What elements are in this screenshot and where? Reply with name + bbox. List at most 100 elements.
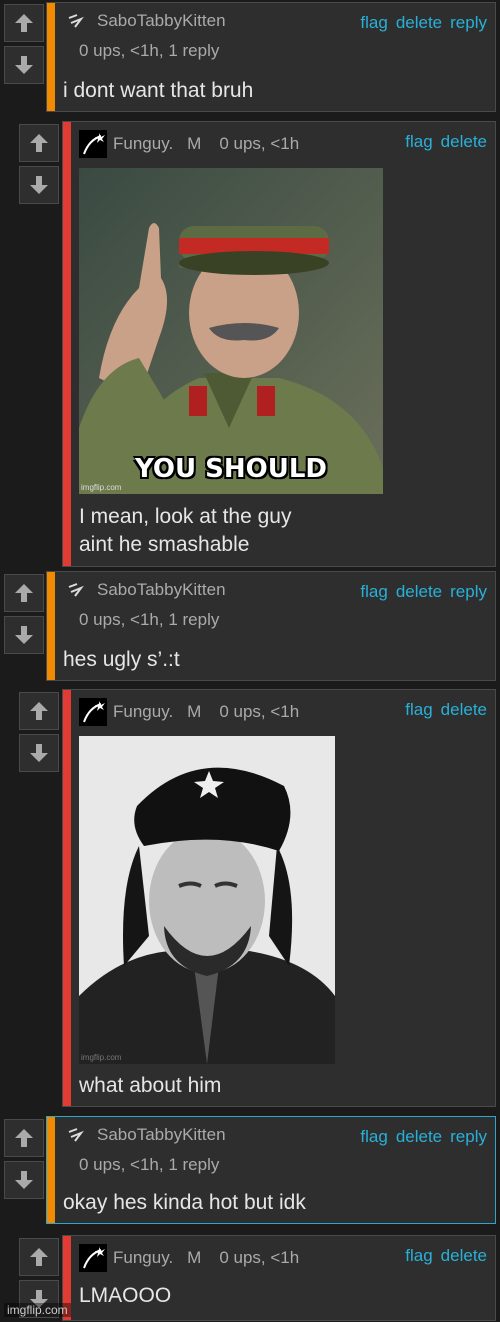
downvote-button[interactable] [19, 166, 59, 204]
flag-link[interactable]: flag [360, 582, 387, 602]
arrow-down-icon [15, 626, 33, 644]
comment-actions: flag delete reply [360, 1127, 487, 1147]
delete-link[interactable]: delete [441, 700, 487, 720]
comment-header: SaboTabbyKitten [67, 580, 226, 600]
arrow-up-icon [15, 14, 33, 32]
downvote-button[interactable] [4, 46, 44, 84]
comment-text-line: I mean, look at the guy [79, 505, 292, 528]
delete-link[interactable]: delete [396, 1127, 442, 1147]
comment-accent-bar [47, 572, 55, 680]
imgflip-watermark: imgflip.com [4, 1303, 71, 1317]
vote-controls [19, 692, 61, 776]
arrow-up-icon [15, 1129, 33, 1147]
user-avatar-icon [68, 14, 84, 28]
mod-badge: M [187, 134, 202, 153]
arrow-up-icon [30, 702, 48, 720]
comment-meta: 0 ups, <1h [219, 1248, 300, 1267]
user-avatar-icon [68, 583, 84, 597]
comment-meta: 0 ups, <1h [219, 134, 300, 153]
comment-text: what about him [79, 1074, 222, 1097]
username[interactable]: Funguy. [113, 702, 173, 722]
comment-actions: flag delete reply [360, 582, 487, 602]
upvote-button[interactable] [4, 1119, 44, 1157]
comment-card: Funguy. M 0 ups, <1h flag delete imgflip… [62, 689, 496, 1107]
comment-actions: flag delete [405, 700, 487, 720]
vote-controls [4, 4, 46, 88]
comment-text: hes ugly s’.:t [63, 648, 180, 671]
flag-link[interactable]: flag [405, 1246, 432, 1266]
comment-text: okay hes kinda hot but idk [63, 1191, 306, 1214]
delete-link[interactable]: delete [441, 1246, 487, 1266]
user-avatar-icon [79, 130, 107, 158]
comment-header: Funguy. M 0 ups, <1h [79, 698, 299, 726]
reply-link[interactable]: reply [450, 582, 487, 602]
comment-header: Funguy. M 0 ups, <1h [79, 1244, 299, 1272]
user-avatar-icon [68, 1128, 84, 1142]
upvote-button[interactable] [19, 1238, 59, 1276]
arrow-up-icon [30, 134, 48, 152]
meme-caption: YOU SHOULD [134, 454, 328, 484]
username[interactable]: Funguy. [113, 134, 173, 154]
image-watermark: imgflip.com [81, 1053, 122, 1062]
username[interactable]: Funguy. [113, 1248, 173, 1268]
comment-header: SaboTabbyKitten [67, 1125, 226, 1145]
upvote-button[interactable] [19, 124, 59, 162]
user-avatar-icon [79, 698, 107, 726]
username[interactable]: SaboTabbyKitten [97, 11, 226, 31]
comment-meta: 0 ups, <1h [219, 702, 300, 721]
flag-link[interactable]: flag [405, 132, 432, 152]
comment-header: SaboTabbyKitten [67, 11, 226, 31]
upvote-button[interactable] [4, 574, 44, 612]
arrow-down-icon [15, 1171, 33, 1189]
comment-card: SaboTabbyKitten flag delete reply 0 ups,… [46, 1116, 496, 1224]
arrow-up-icon [15, 584, 33, 602]
comment-text: LMAOOO [79, 1284, 172, 1307]
arrow-up-icon [30, 1248, 48, 1266]
comment-accent-bar [63, 122, 71, 566]
comment-actions: flag delete [405, 1246, 487, 1266]
vote-controls [19, 124, 61, 208]
reply-link[interactable]: reply [450, 1127, 487, 1147]
comment-image[interactable]: YOU SHOULD imgflip.com [79, 168, 383, 494]
username[interactable]: SaboTabbyKitten [97, 580, 226, 600]
upvote-button[interactable] [19, 692, 59, 730]
comment-image[interactable]: imgflip.com [79, 736, 335, 1064]
arrow-down-icon [30, 744, 48, 762]
comment-actions: flag delete [405, 132, 487, 152]
image-watermark: imgflip.com [81, 483, 122, 492]
comment-text: i dont want that bruh [63, 79, 254, 102]
downvote-button[interactable] [4, 1161, 44, 1199]
flag-link[interactable]: flag [405, 700, 432, 720]
comment-meta: 0 ups, <1h, 1 reply [79, 1155, 220, 1174]
mod-badge: M [187, 702, 202, 721]
vote-controls [4, 574, 46, 658]
comment-text: I mean, look at the guy aint he smashabl… [79, 503, 291, 559]
user-avatar-icon [79, 1244, 107, 1272]
comment-actions: flag delete reply [360, 13, 487, 33]
comment-text-line: aint he smashable [79, 533, 250, 556]
arrow-down-icon [30, 176, 48, 194]
comment-meta: 0 ups, <1h, 1 reply [79, 610, 220, 629]
comment-card: SaboTabbyKitten flag delete reply 0 ups,… [46, 2, 496, 112]
delete-link[interactable]: delete [396, 13, 442, 33]
flag-link[interactable]: flag [360, 1127, 387, 1147]
comment-card: SaboTabbyKitten flag delete reply 0 ups,… [46, 571, 496, 681]
comment-accent-bar [47, 3, 55, 111]
delete-link[interactable]: delete [441, 132, 487, 152]
comment-accent-bar [47, 1117, 55, 1223]
vote-controls [4, 1119, 46, 1203]
arrow-down-icon [15, 56, 33, 74]
downvote-button[interactable] [4, 616, 44, 654]
comment-header: Funguy. M 0 ups, <1h [79, 130, 299, 158]
reply-link[interactable]: reply [450, 13, 487, 33]
mod-badge: M [187, 1248, 202, 1267]
upvote-button[interactable] [4, 4, 44, 42]
comment-card: Funguy. M 0 ups, <1h flag delete YOU SHO… [62, 121, 496, 567]
downvote-button[interactable] [19, 734, 59, 772]
comment-card: Funguy. M 0 ups, <1h flag delete LMAOOO [62, 1235, 496, 1321]
flag-link[interactable]: flag [360, 13, 387, 33]
delete-link[interactable]: delete [396, 582, 442, 602]
comment-meta: 0 ups, <1h, 1 reply [79, 41, 220, 60]
username[interactable]: SaboTabbyKitten [97, 1125, 226, 1145]
comment-accent-bar [63, 690, 71, 1106]
